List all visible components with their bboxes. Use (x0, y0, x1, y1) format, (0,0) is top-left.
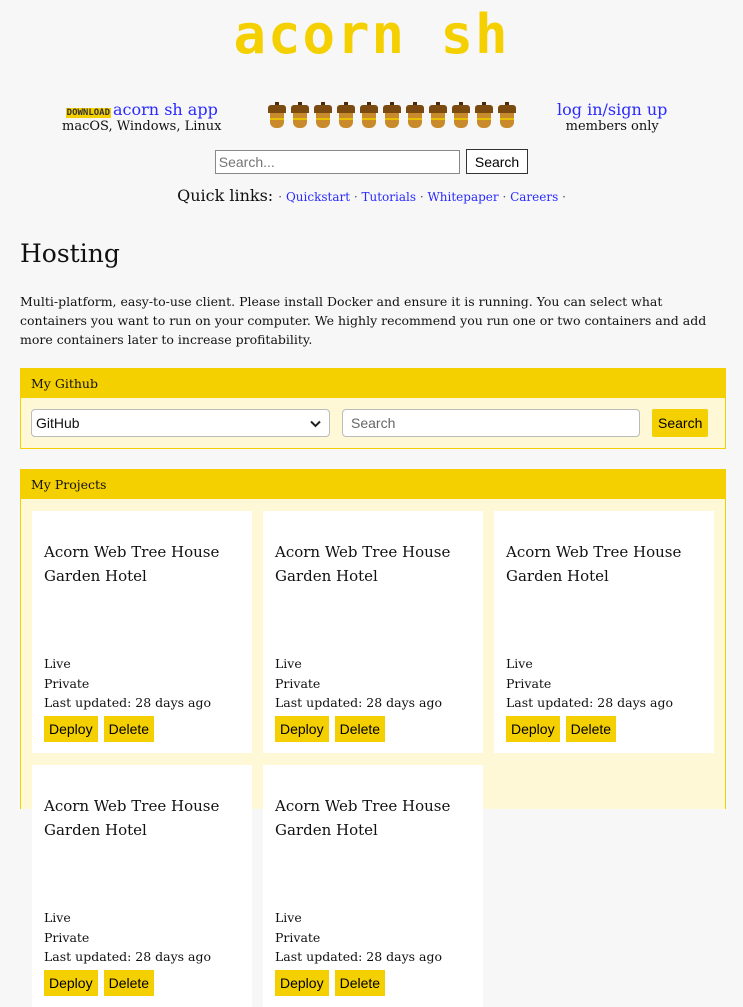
deploy-button[interactable]: Deploy (275, 970, 329, 997)
github-panel: My Github GitHub Search Search (20, 368, 726, 450)
chevron-down-icon (310, 415, 321, 431)
acorn-icon (473, 102, 495, 132)
project-updated: Last updated: 28 days ago (44, 695, 212, 710)
project-status: Live (275, 656, 302, 672)
download-section: DOWNLOAD acorn sh app macOS, Windows, Lin… (62, 100, 221, 134)
login-section: log in/sign up members only (557, 100, 667, 134)
site-logo[interactable]: acorn sh (0, 4, 743, 66)
project-card[interactable]: Acorn Web Tree House Garden Hotel Live P… (32, 765, 252, 1007)
download-badge: DOWNLOAD (65, 108, 112, 118)
deploy-button[interactable]: Deploy (44, 970, 98, 997)
project-visibility: Private (275, 929, 321, 945)
github-search-input[interactable]: Search (342, 409, 640, 438)
project-card[interactable]: Acorn Web Tree House Garden Hotel Live P… (494, 511, 714, 754)
page-title: Hosting (20, 239, 120, 268)
deploy-button[interactable]: Deploy (275, 716, 329, 743)
acorn-icon (266, 102, 288, 132)
site-search-button[interactable]: Search (465, 149, 529, 174)
deploy-button[interactable]: Deploy (44, 716, 98, 743)
project-actions: Deploy Delete (44, 970, 155, 997)
project-status: Live (506, 656, 533, 672)
login-signup-link[interactable]: log in/sign up (557, 100, 667, 119)
quicklink-careers[interactable]: Careers (510, 190, 558, 204)
acorn-icon (335, 102, 357, 132)
project-title: Acorn Web Tree House Garden Hotel (506, 543, 682, 585)
github-panel-header: My Github (21, 369, 725, 399)
quicklink-whitepaper[interactable]: Whitepaper (427, 190, 498, 204)
acorn-icon (450, 102, 472, 132)
project-status: Live (44, 910, 71, 926)
platforms-text: macOS, Windows, Linux (62, 119, 222, 134)
intro-text: Multi-platform, easy-to-use client. Plea… (20, 294, 707, 347)
project-title: Acorn Web Tree House Garden Hotel (275, 543, 451, 585)
delete-button[interactable]: Delete (334, 970, 386, 997)
project-visibility: Private (506, 675, 552, 691)
quicklink-tutorials[interactable]: Tutorials (361, 190, 416, 204)
acorn-icon (404, 102, 426, 132)
project-card[interactable]: Acorn Web Tree House Garden Hotel Live P… (263, 511, 483, 754)
github-search-placeholder: Search (351, 415, 396, 432)
github-panel-body: GitHub Search Search (21, 398, 725, 448)
acorn-icon (427, 102, 449, 132)
separator: · (558, 190, 566, 204)
project-actions: Deploy Delete (44, 716, 155, 743)
project-title: Acorn Web Tree House Garden Hotel (44, 543, 220, 585)
project-meta: Live Private Last updated: 28 days ago (44, 654, 211, 712)
quicklink-quickstart[interactable]: Quickstart (286, 190, 350, 204)
github-source-select[interactable]: GitHub (31, 409, 330, 438)
project-status: Live (44, 656, 71, 672)
acorn-icon (496, 102, 518, 132)
delete-button[interactable]: Delete (565, 716, 617, 743)
members-only-text: members only (565, 119, 659, 134)
separator: · (350, 190, 362, 204)
download-app-link[interactable]: acorn sh app (113, 100, 218, 119)
project-updated: Last updated: 28 days ago (506, 695, 674, 710)
project-actions: Deploy Delete (275, 970, 386, 997)
projects-panel: My Projects Acorn Web Tree House Garden … (20, 469, 726, 1007)
project-card[interactable]: Acorn Web Tree House Garden Hotel Live P… (263, 765, 483, 1007)
delete-button[interactable]: Delete (103, 970, 155, 997)
acorn-icon (312, 102, 334, 132)
github-search-button[interactable]: Search (652, 409, 709, 438)
project-meta: Live Private Last updated: 28 days ago (275, 908, 442, 966)
delete-button[interactable]: Delete (103, 716, 155, 743)
project-status: Live (275, 910, 302, 926)
project-actions: Deploy Delete (506, 716, 617, 743)
site-search-input[interactable] (214, 149, 460, 174)
project-updated: Last updated: 28 days ago (275, 949, 443, 964)
acorn-icon (358, 102, 380, 132)
github-select-value: GitHub (36, 415, 80, 432)
project-updated: Last updated: 28 days ago (275, 695, 443, 710)
delete-button[interactable]: Delete (334, 716, 386, 743)
project-visibility: Private (44, 929, 90, 945)
site-search: Search (0, 149, 743, 174)
acorn-decoration (266, 102, 518, 132)
quick-links-label: Quick links: (177, 186, 274, 205)
acorn-icon (289, 102, 311, 132)
project-visibility: Private (44, 675, 90, 691)
project-meta: Live Private Last updated: 28 days ago (275, 654, 442, 712)
project-title: Acorn Web Tree House Garden Hotel (275, 797, 451, 839)
deploy-button[interactable]: Deploy (506, 716, 560, 743)
project-actions: Deploy Delete (275, 716, 386, 743)
quick-links: Quick links: · Quickstart · Tutorials · … (0, 186, 743, 205)
project-updated: Last updated: 28 days ago (44, 949, 212, 964)
acorn-icon (381, 102, 403, 132)
project-title: Acorn Web Tree House Garden Hotel (44, 797, 220, 839)
projects-grid: Acorn Web Tree House Garden Hotel Live P… (21, 499, 725, 1007)
separator: · (416, 190, 428, 204)
separator: · (498, 190, 511, 204)
separator: · (278, 190, 286, 204)
project-meta: Live Private Last updated: 28 days ago (44, 908, 211, 966)
project-visibility: Private (275, 675, 321, 691)
project-card[interactable]: Acorn Web Tree House Garden Hotel Live P… (32, 511, 252, 754)
top-bar: DOWNLOAD acorn sh app macOS, Windows, Lin… (0, 66, 743, 148)
project-meta: Live Private Last updated: 28 days ago (506, 654, 673, 712)
projects-panel-header: My Projects (21, 470, 725, 500)
